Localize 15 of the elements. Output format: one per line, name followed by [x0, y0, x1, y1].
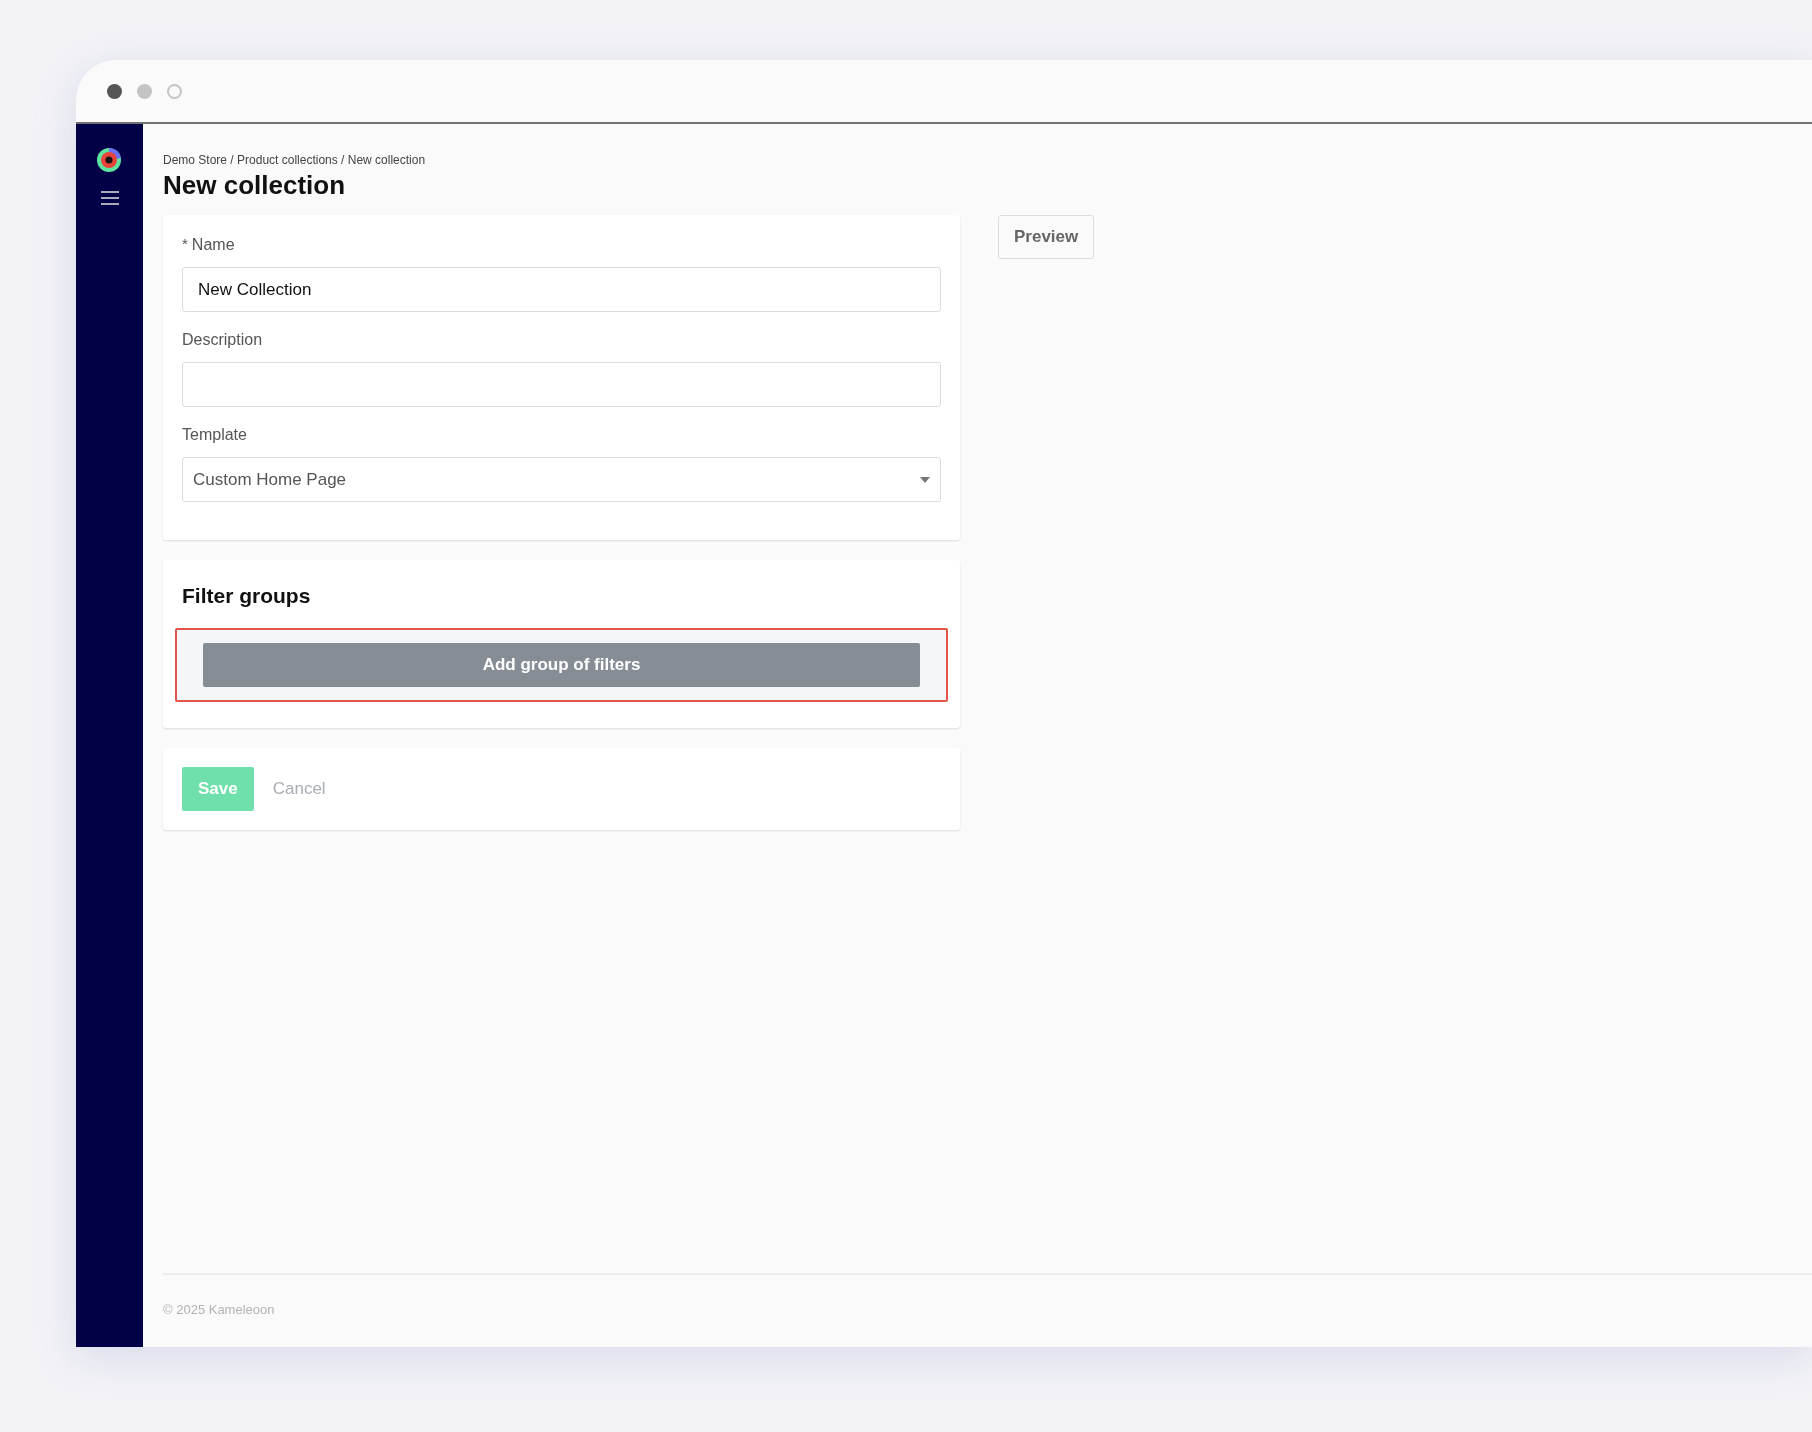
- field-label: Name: [191, 235, 235, 255]
- description-input-field[interactable]: [182, 362, 941, 407]
- field-label: Template: [182, 425, 248, 445]
- field-label: Description: [182, 330, 264, 350]
- name-input-field[interactable]: New Collection: [182, 267, 941, 312]
- template-select[interactable]: Custom Home Page: [182, 457, 941, 502]
- required-mark: *: [182, 234, 188, 254]
- preview-button[interactable]: Preview: [998, 215, 1095, 259]
- add-group-button[interactable]: Add group of filters: [203, 642, 920, 687]
- page-title: New collection: [163, 169, 347, 201]
- section-title: Filter groups: [181, 583, 312, 609]
- menu-icon[interactable]: [100, 190, 119, 206]
- caret-icon: [920, 476, 930, 483]
- breadcrumb: Demo Store / Product collections / New collection: [163, 152, 427, 169]
- copyright-text: © 2025 Kameleoon: [163, 1300, 276, 1319]
